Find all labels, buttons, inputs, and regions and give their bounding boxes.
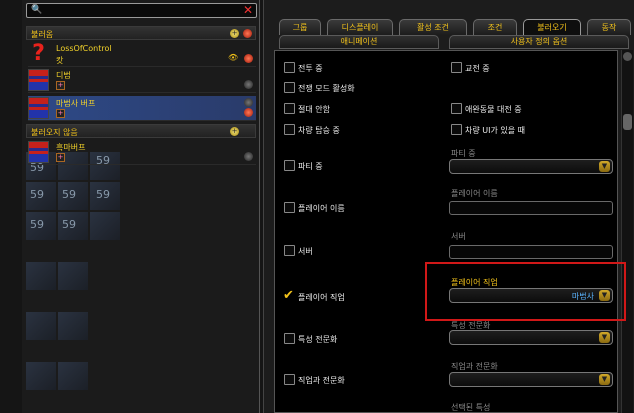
expand-group-icon[interactable]: +: [56, 109, 65, 118]
server-input[interactable]: [449, 245, 613, 259]
vehicle-ui-checkbox[interactable]: [451, 124, 462, 135]
loaded-group-header[interactable]: 불러옴 +: [26, 26, 256, 40]
playerclass-dropdown[interactable]: 마법사 ▼: [449, 288, 613, 303]
bg-label: 59: [62, 188, 76, 201]
unload-icon[interactable]: [243, 29, 252, 38]
question-mark-icon: ?: [32, 41, 45, 66]
dropdown-arrow-icon[interactable]: ▼: [599, 161, 610, 172]
bg-label: 59: [30, 218, 44, 231]
expand-group-icon[interactable]: +: [56, 153, 65, 162]
playerclass-field-label: 플레이어 직업: [451, 278, 498, 287]
visibility-dot[interactable]: [244, 152, 253, 161]
spec-dropdown[interactable]: ▼: [449, 330, 613, 345]
aura-icon: [28, 141, 49, 163]
dropdown-arrow-icon[interactable]: ▼: [599, 332, 610, 343]
expand-icon[interactable]: +: [230, 127, 239, 136]
mounted-label: 차량 탑승 중: [298, 126, 340, 135]
playerclass-value: 마법사: [571, 292, 594, 301]
petbattle-label: 애완동물 대전 중: [465, 105, 522, 114]
tab-display[interactable]: 디스플레이: [327, 19, 393, 35]
remove-icon[interactable]: [244, 108, 253, 117]
dropdown-arrow-icon[interactable]: ▼: [599, 374, 610, 385]
server-field-label: 서버: [451, 232, 466, 241]
search-icon: 🔍: [31, 5, 43, 15]
playername-field-label: 플레이어 이름: [451, 189, 498, 198]
scrollbar[interactable]: [621, 50, 633, 413]
playerclass-label: 플레이어 직업: [298, 293, 345, 302]
warmode-checkbox[interactable]: [284, 82, 295, 93]
dropdown-arrow-icon[interactable]: ▼: [599, 290, 610, 301]
playername-checkbox[interactable]: [284, 202, 295, 213]
party-dropdown[interactable]: ▼: [449, 159, 613, 174]
classspec-field-label: 직업과 전문화: [451, 362, 498, 371]
bg-label: 59: [30, 188, 44, 201]
aura-name: 마법사 버프: [56, 99, 96, 108]
aura-subtext: 캇: [56, 56, 64, 65]
classspec-dropdown[interactable]: ▼: [449, 372, 613, 387]
aura-row[interactable]: 흑마버프 +: [28, 140, 256, 165]
scroll-up-icon[interactable]: [623, 52, 632, 61]
classspec-label: 직업과 전문화: [298, 376, 345, 385]
server-label: 서버: [298, 247, 313, 256]
mounted-checkbox[interactable]: [284, 124, 295, 135]
aura-row[interactable]: ? LossOfControl 캇 👁: [28, 42, 256, 67]
tab-custom-options[interactable]: 사용자 정의 옵션: [449, 35, 629, 49]
aura-row-selected[interactable]: 마법사 버프 +: [28, 96, 256, 121]
party-field-label: 파티 중: [451, 149, 476, 158]
warmode-label: 전쟁 모드 활성화: [298, 84, 355, 93]
never-label: 절대 안함: [298, 105, 330, 114]
aura-icon: [28, 69, 49, 91]
clear-search-icon[interactable]: ✕: [243, 3, 253, 17]
remove-icon[interactable]: [244, 54, 253, 63]
background-icons: 59 59 59 59 59 59 59: [26, 152, 126, 412]
petbattle-checkbox[interactable]: [451, 103, 462, 114]
encounter-checkbox[interactable]: [451, 62, 462, 73]
aura-name: 흑마버프: [56, 143, 86, 152]
party-checkbox[interactable]: [284, 160, 295, 171]
playername-label: 플레이어 이름: [298, 204, 345, 213]
spec-checkbox[interactable]: [284, 333, 295, 344]
aura-name: 디법: [56, 71, 71, 80]
tab-load[interactable]: 불러오기: [523, 19, 581, 36]
tab-trigger[interactable]: 활성 조건: [399, 19, 467, 35]
unloaded-group-header[interactable]: 불러오지 않음 +: [26, 124, 256, 138]
group-title: 불러오지 않음: [31, 128, 78, 137]
combat-checkbox[interactable]: [284, 62, 295, 73]
spec-label: 특성 전문화: [298, 335, 338, 344]
server-checkbox[interactable]: [284, 245, 295, 256]
eye-icon[interactable]: 👁: [228, 53, 240, 62]
expand-icon[interactable]: +: [230, 29, 239, 38]
visibility-dot[interactable]: [244, 80, 253, 89]
visibility-dot[interactable]: [244, 98, 253, 107]
tab-group[interactable]: 그룹: [279, 19, 321, 35]
bg-label: 59: [96, 188, 110, 201]
aura-row[interactable]: 디법 +: [28, 68, 256, 93]
group-title: 불러옴: [31, 30, 54, 39]
playername-input[interactable]: [449, 201, 613, 215]
vehicle-ui-label: 차량 UI가 있을 때: [465, 126, 526, 135]
selspec-field-label: 선택된 특성: [451, 403, 491, 412]
encounter-label: 교전 중: [465, 64, 490, 73]
expand-group-icon[interactable]: +: [56, 81, 65, 90]
aura-icon: [28, 97, 49, 119]
party-label: 파티 중: [298, 162, 323, 171]
never-checkbox[interactable]: [284, 103, 295, 114]
tab-animation[interactable]: 애니메이션: [279, 35, 439, 49]
aura-name: LossOfControl: [56, 44, 112, 53]
combat-label: 전투 중: [298, 64, 323, 73]
scroll-thumb[interactable]: [623, 114, 632, 130]
search-box[interactable]: 🔍 ✕: [26, 3, 257, 18]
tab-actions[interactable]: 동작: [587, 19, 631, 35]
tab-conditions[interactable]: 조건: [473, 19, 517, 35]
check-icon[interactable]: ✔: [283, 289, 294, 302]
classspec-checkbox[interactable]: [284, 374, 295, 385]
bg-label: 59: [62, 218, 76, 231]
